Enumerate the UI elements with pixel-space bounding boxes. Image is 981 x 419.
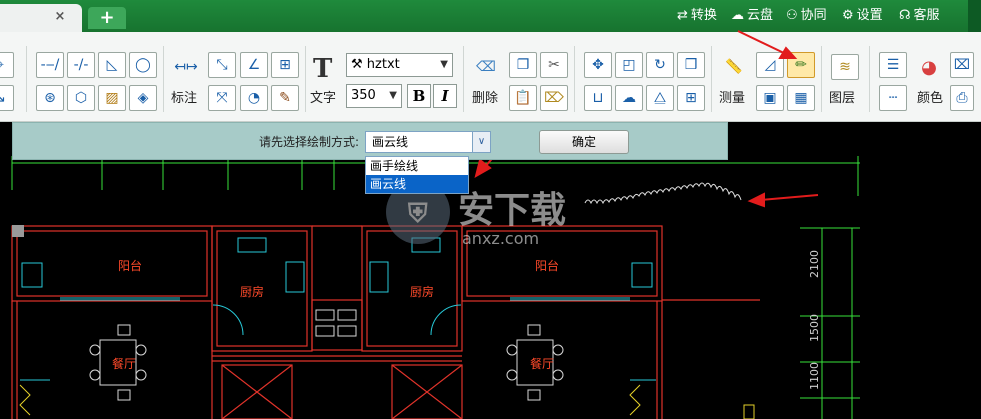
draw-mode-value: 画云线 [372,135,409,149]
room-label-balcony-left: 阳台 [118,258,142,273]
revision-cloud-line[interactable] [584,182,742,205]
watermark-text: 安下载 [458,190,566,231]
room-label-kitchen-right: 厨房 [410,284,434,299]
dim-text-1500: 1500 [808,314,821,342]
cad-canvas[interactable]: 阳台 厨房 厨房 阳台 餐厅 餐厅 2100 1500 1100 ⛨ 安下载 a… [0,0,981,419]
option-cloud-line[interactable]: 画云线 [366,175,468,193]
ok-button[interactable]: 确定 [539,130,629,154]
app-window: × + ⇄ 转换 ☁ 云盘 ⚇ 协同 ⚙ 设置 ☊ 客服 ⌖ ↘ -‒/ [0,0,981,419]
watermark-url: anxz.com [462,229,539,248]
svg-text:⛨: ⛨ [407,199,428,229]
room-label-dining-right: 餐厅 [530,356,554,371]
draw-mode-dropdown: 画手绘线 画云线 [365,156,469,194]
prompt-label: 请先选择绘制方式: [259,135,360,149]
draw-mode-prompt-bar: 请先选择绘制方式: 画云线 ∨ 确定 [12,122,728,160]
draw-mode-combo[interactable]: 画云线 ∨ [365,131,491,153]
room-label-kitchen-left: 厨房 [240,284,264,299]
dim-text-2100: 2100 [808,250,821,278]
option-freehand-line[interactable]: 画手绘线 [366,157,468,175]
annotation-arrows [474,30,819,208]
room-label-balcony-right: 阳台 [535,258,559,273]
chevron-down-icon[interactable]: ∨ [472,132,490,152]
room-label-dining-left: 餐厅 [112,356,136,371]
dim-text-1100: 1100 [808,362,821,390]
